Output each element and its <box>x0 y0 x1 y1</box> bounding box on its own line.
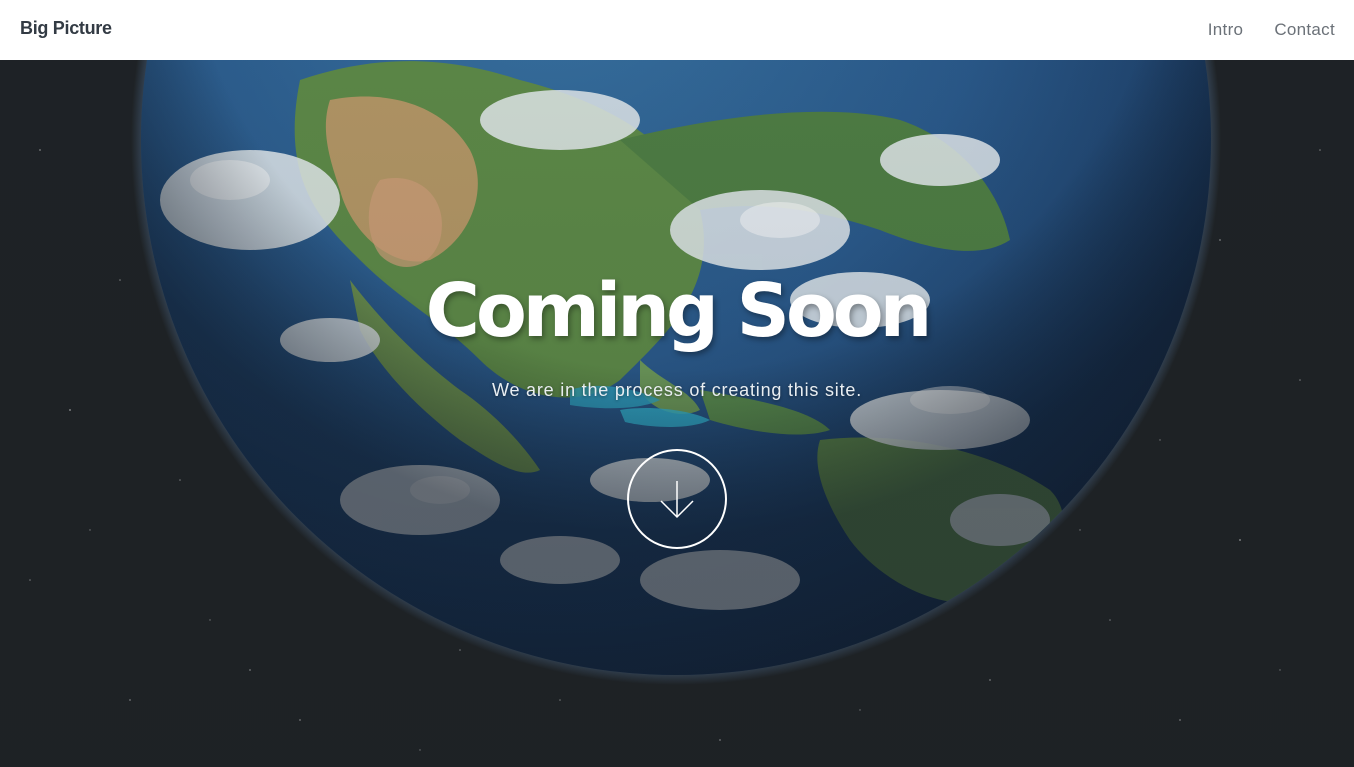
site-header: Big Picture Intro Contact <box>0 0 1354 60</box>
arrow-down-icon <box>660 481 694 519</box>
nav-link-contact[interactable]: Contact <box>1274 20 1335 40</box>
main-nav: Intro Contact <box>1208 20 1335 40</box>
site-logo[interactable]: Big Picture <box>20 18 112 39</box>
nav-link-intro[interactable]: Intro <box>1208 20 1244 40</box>
scroll-down-button[interactable] <box>627 449 727 549</box>
earth-background-image <box>0 60 1354 767</box>
hero-title: Coming Soon <box>425 268 933 354</box>
hero-section: Coming Soon We are in the process of cre… <box>0 60 1354 767</box>
hero-subtitle: We are in the process of creating this s… <box>491 380 863 400</box>
